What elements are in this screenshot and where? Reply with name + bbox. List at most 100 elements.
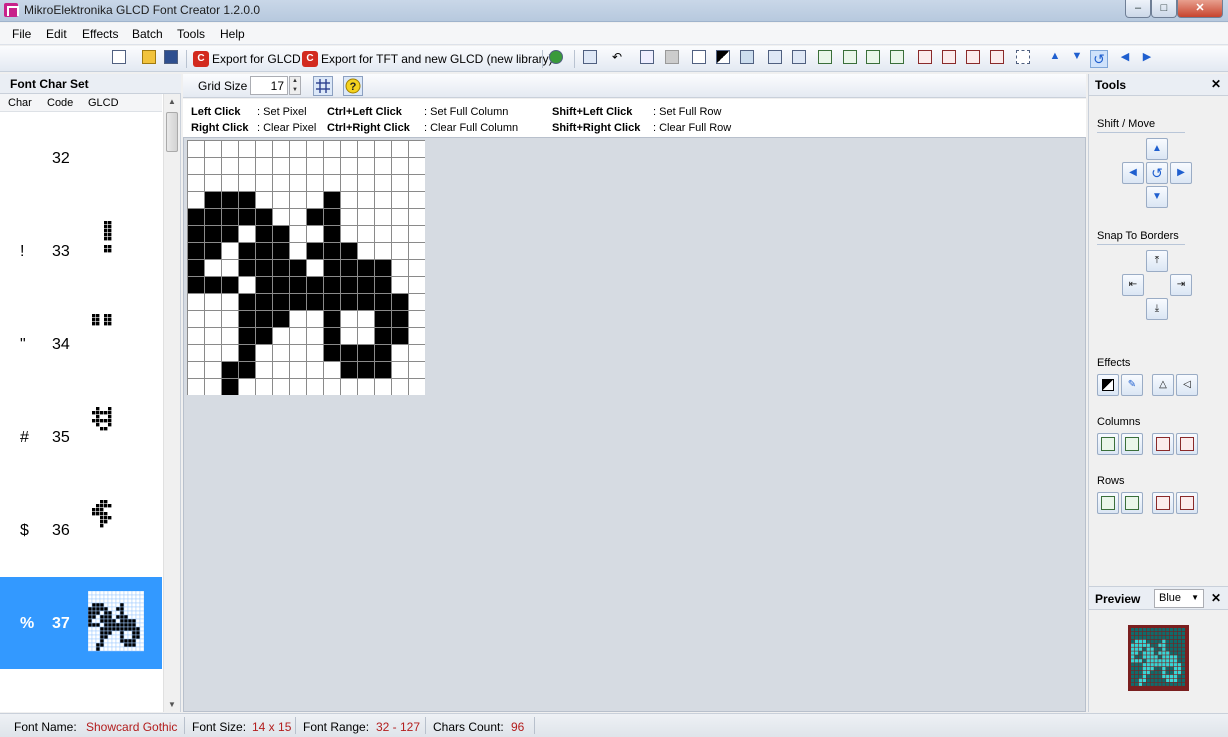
grid-pixel[interactable] bbox=[221, 276, 239, 294]
grid-pixel[interactable] bbox=[408, 140, 426, 158]
import-icon[interactable] bbox=[583, 50, 601, 68]
grid-pixel[interactable] bbox=[204, 378, 222, 396]
grid-pixel[interactable] bbox=[221, 361, 239, 379]
grid-pixel[interactable] bbox=[238, 174, 256, 192]
char-row[interactable]: ! 33 bbox=[0, 205, 162, 297]
grid-pixel[interactable] bbox=[221, 174, 239, 192]
grid-pixel[interactable] bbox=[323, 293, 341, 311]
grid-pixel[interactable] bbox=[323, 225, 341, 243]
grid-pixel[interactable] bbox=[323, 310, 341, 328]
grid-pixel[interactable] bbox=[187, 225, 205, 243]
char-row[interactable]: % 37 bbox=[0, 577, 162, 669]
minimize-button[interactable]: – bbox=[1125, 0, 1151, 18]
invert-icon[interactable] bbox=[716, 50, 734, 68]
grid-pixel[interactable] bbox=[391, 174, 409, 192]
grid-pixel[interactable] bbox=[323, 327, 341, 345]
grid-pixel[interactable] bbox=[323, 174, 341, 192]
grid-pixel[interactable] bbox=[221, 259, 239, 277]
grid-pixel[interactable] bbox=[289, 378, 307, 396]
shift-right-icon[interactable]: ▶ bbox=[1138, 50, 1156, 68]
grid-pixel[interactable] bbox=[238, 259, 256, 277]
grid-pixel[interactable] bbox=[306, 344, 324, 362]
grid-pixel[interactable] bbox=[306, 157, 324, 175]
grid-pixel[interactable] bbox=[272, 225, 290, 243]
copy-icon[interactable] bbox=[640, 50, 658, 68]
pixel-grid[interactable] bbox=[187, 140, 425, 395]
export-glcd-button[interactable]: C Export for GLCD bbox=[193, 50, 301, 68]
grid-pixel[interactable] bbox=[340, 259, 358, 277]
shift-left-icon[interactable]: ◀ bbox=[1116, 50, 1134, 68]
move-center-button[interactable]: ↺ bbox=[1146, 162, 1168, 184]
menu-effects[interactable]: Effects bbox=[82, 27, 118, 41]
grid-pixel[interactable] bbox=[306, 242, 324, 260]
grid-pixel[interactable] bbox=[272, 276, 290, 294]
grid-pixel[interactable] bbox=[289, 174, 307, 192]
grid-pixel[interactable] bbox=[374, 259, 392, 277]
grid-pixel[interactable] bbox=[255, 344, 273, 362]
grid-pixel[interactable] bbox=[374, 276, 392, 294]
grid-pixel[interactable] bbox=[391, 276, 409, 294]
grid-pixel[interactable] bbox=[221, 344, 239, 362]
grid-pixel[interactable] bbox=[374, 191, 392, 209]
grid-pixel[interactable] bbox=[374, 242, 392, 260]
grid-pixel[interactable] bbox=[357, 225, 375, 243]
grid-pixel[interactable] bbox=[340, 140, 358, 158]
grid-pixel[interactable] bbox=[323, 344, 341, 362]
menu-help[interactable]: Help bbox=[220, 27, 245, 41]
grid-pixel[interactable] bbox=[272, 344, 290, 362]
grid-pixel[interactable] bbox=[391, 344, 409, 362]
grid-pixel[interactable] bbox=[221, 208, 239, 226]
grid-pixel[interactable] bbox=[306, 293, 324, 311]
grid-pixel[interactable] bbox=[306, 276, 324, 294]
mirror-h-button[interactable]: △ bbox=[1152, 374, 1174, 396]
grid-pixel[interactable] bbox=[408, 361, 426, 379]
grid-pixel[interactable] bbox=[187, 259, 205, 277]
grid-pixel[interactable] bbox=[272, 259, 290, 277]
grid-pixel[interactable] bbox=[408, 208, 426, 226]
add-column-right-button[interactable] bbox=[1121, 433, 1143, 455]
grid-pixel[interactable] bbox=[391, 225, 409, 243]
save-icon[interactable] bbox=[164, 50, 182, 68]
center-icon[interactable]: ↺ bbox=[1090, 50, 1108, 68]
grid-pixel[interactable] bbox=[374, 361, 392, 379]
grid-pixel[interactable] bbox=[408, 276, 426, 294]
grid-pixel[interactable] bbox=[187, 208, 205, 226]
grid-pixel[interactable] bbox=[323, 191, 341, 209]
crop-icon[interactable] bbox=[1016, 50, 1034, 68]
open-folder-icon[interactable] bbox=[142, 50, 160, 68]
grid-pixel[interactable] bbox=[289, 140, 307, 158]
grid-pixel[interactable] bbox=[323, 378, 341, 396]
grid-pixel[interactable] bbox=[204, 191, 222, 209]
grid-pixel[interactable] bbox=[238, 157, 256, 175]
grid-pixel[interactable] bbox=[289, 225, 307, 243]
grid-pixel[interactable] bbox=[391, 208, 409, 226]
grid-pixel[interactable] bbox=[204, 327, 222, 345]
grid-pixel[interactable] bbox=[204, 174, 222, 192]
grid-pixel[interactable] bbox=[408, 174, 426, 192]
grid-pixel[interactable] bbox=[408, 157, 426, 175]
grid-pixel[interactable] bbox=[357, 242, 375, 260]
add-column-left-button[interactable] bbox=[1097, 433, 1119, 455]
grid-pixel[interactable] bbox=[255, 157, 273, 175]
grid-pixel[interactable] bbox=[340, 225, 358, 243]
mirror-v-button[interactable]: ◁ bbox=[1176, 374, 1198, 396]
grid-pixel[interactable] bbox=[255, 191, 273, 209]
grid-pixel[interactable] bbox=[391, 157, 409, 175]
grid-pixel[interactable] bbox=[357, 378, 375, 396]
grid-pixel[interactable] bbox=[289, 344, 307, 362]
grid-pixel[interactable] bbox=[255, 276, 273, 294]
grid-pixel[interactable] bbox=[221, 327, 239, 345]
globe-icon[interactable] bbox=[549, 50, 567, 68]
grid-pixel[interactable] bbox=[272, 157, 290, 175]
grid-pixel[interactable] bbox=[255, 310, 273, 328]
grid-pixel[interactable] bbox=[289, 361, 307, 379]
grid-pixel[interactable] bbox=[408, 327, 426, 345]
grid-pixel[interactable] bbox=[408, 344, 426, 362]
help-button[interactable]: ? bbox=[343, 76, 363, 96]
grid-pixel[interactable] bbox=[374, 344, 392, 362]
grid-pixel[interactable] bbox=[221, 378, 239, 396]
grid-pixel[interactable] bbox=[238, 361, 256, 379]
grid-pixel[interactable] bbox=[187, 344, 205, 362]
grid-pixel[interactable] bbox=[255, 361, 273, 379]
grid-pixel[interactable] bbox=[187, 327, 205, 345]
